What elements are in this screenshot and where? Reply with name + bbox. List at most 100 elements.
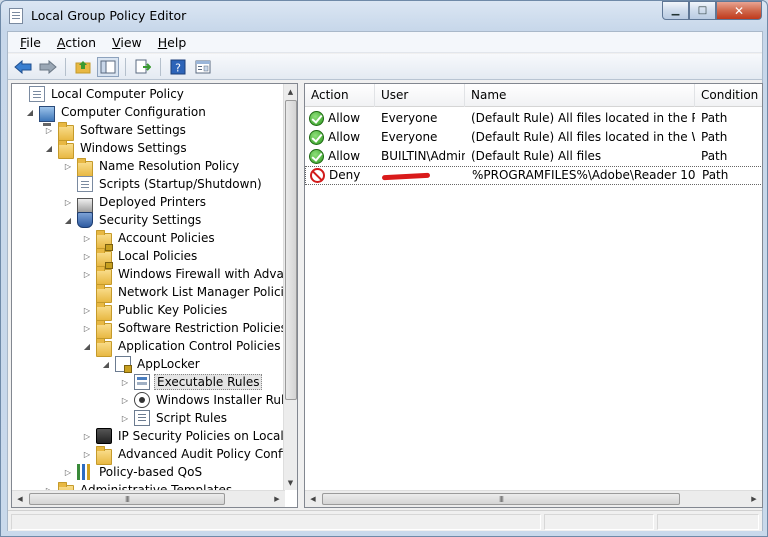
tree-expander-icon[interactable]: ▷ [120,373,130,391]
tree-item[interactable]: ▷ Software Settings [44,121,188,141]
rule-row[interactable]: Allow BUILTIN\Administrators (Default Ru… [305,147,762,166]
column-header-action[interactable]: Action [305,84,375,107]
tree-item-label: Software Settings [80,123,186,137]
tree-item[interactable]: ◢ Windows Settings [44,139,189,159]
tree-expander-icon[interactable]: ◢ [101,355,111,373]
tree-item-label: IP Security Policies on Local Computer [118,429,285,443]
tree-vertical-scrollbar[interactable]: ▲ ▼ [283,84,297,490]
scroll-thumb[interactable] [285,100,297,400]
tree-expander-icon[interactable]: ▷ [120,409,130,427]
menu-help[interactable]: Help [150,32,195,53]
scroll-right-arrow[interactable]: ▶ [746,491,762,507]
deny-icon [310,168,325,183]
tree-expander-icon[interactable] [82,283,92,301]
menu-file[interactable]: File [12,32,49,53]
menu-view[interactable]: View [104,32,150,53]
up-one-level-button[interactable] [72,57,94,77]
tree-expander-icon[interactable]: ▷ [63,157,73,175]
scroll-down-arrow[interactable]: ▼ [284,475,297,490]
scroll-right-arrow[interactable]: ▶ [269,491,285,507]
help-icon: ? [170,59,186,74]
tree-expander-icon[interactable] [63,175,73,193]
scroll-thumb[interactable]: III [322,493,680,505]
tree-item[interactable]: Local Computer Policy [15,85,186,103]
forward-button[interactable] [37,57,59,77]
tree-item[interactable]: ▷ Script Rules [120,409,229,427]
allow-icon [309,111,324,126]
tree-item[interactable]: ◢ AppLocker [101,355,202,373]
tree-item[interactable]: ▷ Name Resolution Policy [63,157,241,177]
tree-item[interactable]: Network List Manager Policies [82,283,285,303]
tree-item[interactable]: ▷ Account Policies [82,229,217,251]
tree-item[interactable]: Scripts (Startup/Shutdown) [63,175,264,193]
qos-chart-icon [77,464,93,480]
tree-item[interactable]: ▷ Software Restriction Policies [82,319,285,339]
tree-expander-icon[interactable]: ▷ [82,427,92,445]
rule-action: Deny [329,168,361,182]
tree-item[interactable]: ▷ Policy-based QoS [63,463,204,481]
tree-item[interactable]: ▷ IP Security Policies on Local Computer [82,427,285,445]
tree-item[interactable]: ▷ Windows Installer Rules [120,391,285,409]
tree-expander-icon[interactable]: ▷ [120,391,130,409]
column-header-name[interactable]: Name [465,84,695,107]
rule-row[interactable]: Allow Everyone (Default Rule) All files … [305,109,762,128]
tree-expander-icon[interactable]: ◢ [82,337,92,355]
tree-expander-icon[interactable]: ▷ [82,229,92,247]
tree-expander-icon[interactable]: ◢ [63,211,73,229]
tree-horizontal-scrollbar[interactable]: ◀ III ▶ [12,490,285,507]
menu-action[interactable]: Action [49,32,104,53]
tree-item[interactable]: ▷ Public Key Policies [82,301,229,321]
window-title: Local Group Policy Editor [31,8,187,23]
tree-expander-icon[interactable]: ◢ [25,103,35,121]
results-pane: Action User Name Condition Allow Everyon… [304,83,763,508]
status-segment [544,514,654,530]
minimize-button[interactable]: ▁ [662,1,689,20]
tree-expander-icon[interactable]: ▷ [82,247,92,265]
rule-row[interactable]: Deny %PROGRAMFILES%\Adobe\Reader 10.0\* … [305,166,762,185]
tree-expander-icon[interactable]: ▷ [63,193,73,211]
tree-item[interactable]: ▷ Local Policies [82,247,199,269]
tree-item[interactable]: ▷ Advanced Audit Policy Configuration [82,445,285,465]
export-list-icon [135,59,151,73]
scroll-thumb[interactable]: III [29,493,225,505]
scroll-left-arrow[interactable]: ◀ [305,491,321,507]
scroll-left-arrow[interactable]: ◀ [12,491,28,507]
tree-item-label: Local Computer Policy [51,87,184,101]
tree-item[interactable]: ▷ Windows Firewall with Advanced Security [82,265,285,285]
tree-item[interactable]: ▷ Executable Rules [120,373,263,391]
tree-expander-icon[interactable]: ▷ [82,265,92,283]
tree-expander-icon[interactable]: ▷ [44,121,54,139]
back-button[interactable] [12,57,34,77]
scroll-up-arrow[interactable]: ▲ [284,84,297,99]
maximize-button[interactable]: □ [689,1,716,20]
toolbar-separator [65,57,66,76]
export-list-button[interactable] [132,57,154,77]
tree-item[interactable]: ◢ Security Settings [63,211,203,229]
rule-condition: Path [701,149,728,163]
tree-item-label: Script Rules [156,411,227,425]
title-bar[interactable]: Local Group Policy Editor ▁ □ ✕ [1,1,767,31]
rule-user [376,166,466,185]
tree-expander-icon[interactable]: ▷ [82,301,92,319]
rule-row[interactable]: Allow Everyone (Default Rule) All files … [305,128,762,147]
tree-expander-icon[interactable]: ▷ [44,481,54,491]
properties-icon [195,60,211,73]
show-hide-console-tree-button[interactable] [97,56,119,77]
tree-expander-icon[interactable]: ◢ [44,139,54,157]
close-button[interactable]: ✕ [716,1,762,20]
tree-item[interactable]: ◢ Application Control Policies [82,337,282,357]
rule-name: (Default Rule) All files [471,149,602,163]
tree-expander-icon[interactable]: ▷ [63,463,73,481]
column-header-user[interactable]: User [375,84,465,107]
properties-button[interactable] [192,57,214,77]
tree-expander-icon[interactable]: ▷ [82,319,92,337]
tree-expander-icon[interactable]: ▷ [82,445,92,463]
help-button[interactable]: ? [167,57,189,77]
column-header-condition[interactable]: Condition [695,84,762,107]
tree-item[interactable]: ▷ Deployed Printers [63,193,208,214]
results-horizontal-scrollbar[interactable]: ◀ III ▶ [305,490,762,507]
tree-item[interactable]: ▷ Administrative Templates [44,481,234,490]
rule-condition: Path [702,168,729,182]
tree-item[interactable]: ◢ Computer Configuration [25,103,208,126]
tree-expander-icon[interactable] [15,85,25,103]
